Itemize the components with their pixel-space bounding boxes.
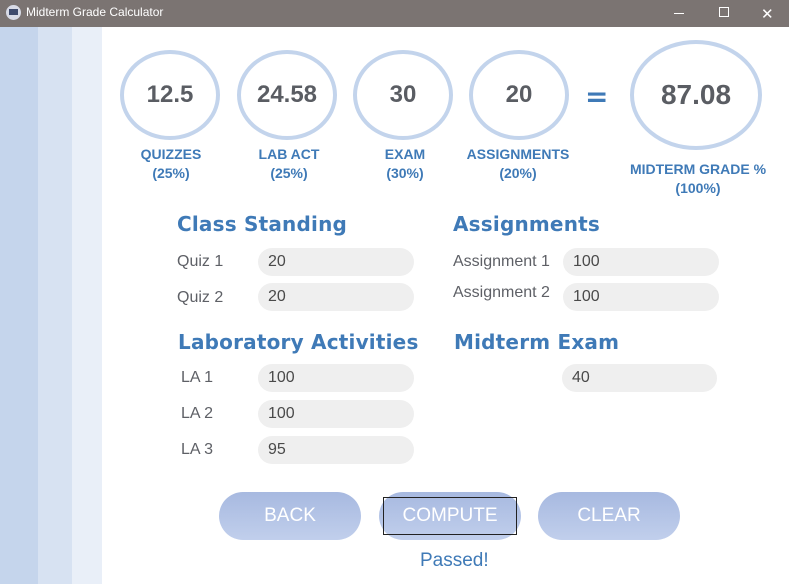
quizzes-score-circle: 12.5 [120,50,220,140]
decorative-stripe [72,27,102,584]
back-button[interactable]: BACK [219,492,361,540]
lab-act-score-circle: 24.58 [237,50,337,140]
equals-sign: = [585,80,609,113]
assignment-1-label: Assignment 1 [453,253,550,270]
midterm-grade-label-text: MIDTERM GRADE % [629,161,767,177]
la-1-input[interactable]: 100 [258,364,414,392]
assignments-weight: (20%) [499,165,537,181]
class-standing-heading: Class Standing [177,212,348,236]
la-1-label: LA 1 [181,369,214,386]
app-mail-icon [6,5,21,20]
maximize-icon [719,7,729,17]
assignment-1-input[interactable]: 100 [563,248,719,276]
assignments-heading: Assignments [453,212,601,236]
assignment-2-input[interactable]: 100 [563,283,719,311]
compute-focus-outline [383,497,517,535]
assignment-2-label: Assignment 2 [453,284,550,301]
window-title: Midterm Grade Calculator [26,5,164,19]
assignments-label: ASSIGNMENTS (20%) [448,145,588,183]
close-icon: ✕ [761,5,774,23]
result-status: Passed! [420,550,489,571]
midterm-grade-weight: (100%) [675,180,721,196]
midterm-grade-label: MIDTERM GRADE % (100%) [617,160,779,198]
la-2-label: LA 2 [181,405,214,422]
laboratory-activities-heading: Laboratory Activities [178,330,419,354]
quiz-1-label: Quiz 1 [177,253,224,270]
quiz-2-input[interactable]: 20 [258,283,414,311]
close-button[interactable]: ✕ [745,0,789,27]
decorative-stripe [38,27,72,584]
assignments-score-circle: 20 [469,50,569,140]
minimize-icon [674,13,684,14]
quiz-1-input[interactable]: 20 [258,248,414,276]
midterm-exam-input[interactable]: 40 [562,364,717,392]
assignments-label-text: ASSIGNMENTS [466,146,570,162]
decorative-stripe [0,27,38,584]
title-bar: Midterm Grade Calculator ✕ [0,0,789,27]
minimize-button[interactable] [657,0,703,27]
maximize-button[interactable] [701,0,747,27]
la-3-label: LA 3 [181,441,214,458]
quiz-2-label: Quiz 2 [177,289,224,306]
la-3-input[interactable]: 95 [258,436,414,464]
exam-score-circle: 30 [353,50,453,140]
midterm-exam-heading: Midterm Exam [454,330,620,354]
midterm-grade-circle: 87.08 [630,40,762,150]
clear-button[interactable]: CLEAR [538,492,680,540]
la-2-input[interactable]: 100 [258,400,414,428]
